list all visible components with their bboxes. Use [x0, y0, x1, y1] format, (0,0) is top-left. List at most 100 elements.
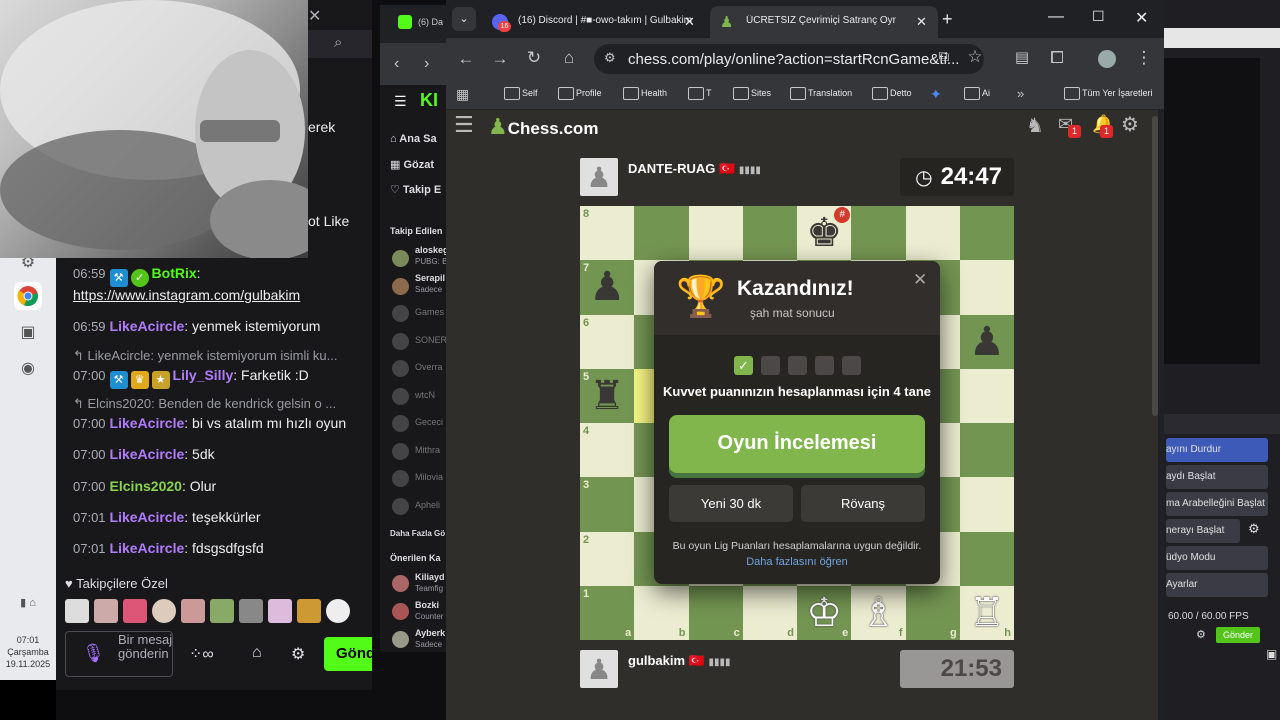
obs-icon[interactable]: ◉ — [14, 354, 42, 382]
channel-name[interactable]: Ayberk — [415, 628, 445, 638]
new-game-button[interactable]: Yeni 30 dk — [669, 485, 793, 522]
close-tab-icon[interactable]: ✕ — [916, 14, 927, 30]
tab-discord[interactable]: 16 (16) Discord | #■-owo-takım | Gulbaki… — [482, 6, 704, 38]
system-clock[interactable]: 07:01 Çarşamba 19.11.2025 — [2, 634, 54, 670]
player-avatar[interactable]: ♟ — [580, 650, 618, 688]
board-square[interactable] — [959, 260, 1014, 315]
channel-name[interactable]: Bozki — [415, 600, 439, 610]
board-square[interactable] — [959, 531, 1014, 586]
tab-search-icon[interactable]: ⌄ — [452, 7, 476, 31]
channel-name[interactable]: Kiliayd — [415, 572, 445, 582]
start-recording-button[interactable]: aydı Başlat — [1166, 465, 1268, 489]
replay-buffer-button[interactable]: ma Arabelleğini Başlat — [1166, 492, 1268, 516]
black-pawn-icon[interactable]: ♟ — [960, 315, 1014, 369]
all-bookmarks[interactable]: Tüm Yer İşaretleri — [1062, 87, 1153, 100]
board-square[interactable]: 1a — [580, 585, 635, 640]
infinity-icon[interactable]: ⁘∞ — [189, 644, 214, 664]
board-square[interactable] — [959, 206, 1014, 261]
emote-icon[interactable] — [297, 599, 321, 623]
new-tab-icon[interactable]: + — [942, 9, 953, 30]
butterfly-icon[interactable]: ✦ — [930, 86, 942, 103]
bookmark-item[interactable]: Profile — [556, 87, 602, 100]
apps-icon[interactable]: ▦ — [456, 86, 469, 103]
board-square[interactable]: ♚ # — [797, 206, 852, 261]
board-square[interactable]: 7 ♟ — [580, 260, 635, 315]
msg-username[interactable]: LikeAcircle — [110, 540, 185, 556]
install-app-icon[interactable]: ⧉ — [932, 48, 956, 65]
bookmark-item[interactable]: T — [686, 87, 712, 100]
minimize-icon[interactable]: — — [1048, 8, 1064, 26]
board-square[interactable]: f ♗ — [851, 585, 906, 640]
avatar[interactable] — [392, 333, 409, 350]
board-square[interactable] — [688, 206, 743, 261]
stop-stream-button[interactable]: ayını Durdur — [1166, 438, 1268, 462]
avatar[interactable] — [392, 443, 409, 460]
nav-browse[interactable]: ▦ Gözat — [390, 158, 434, 171]
emote-icon[interactable] — [181, 599, 205, 623]
send-button[interactable]: Gönd — [324, 637, 375, 671]
bookmark-item[interactable]: Sites — [731, 87, 771, 100]
reload-icon[interactable]: ↻ — [522, 48, 546, 68]
board-square[interactable] — [634, 206, 689, 261]
zoom-icon[interactable]: ⌕ — [334, 34, 342, 51]
opponent-avatar[interactable]: ♟ — [580, 158, 618, 196]
virtual-camera-button[interactable]: nerayı Başlat — [1166, 519, 1240, 543]
close-tab-icon[interactable]: ✕ — [684, 14, 695, 30]
channel-name[interactable]: Milovia — [415, 472, 443, 482]
chess-logo[interactable]: ♟Chess.com — [488, 114, 598, 140]
more-menu-icon[interactable]: ⋮ — [1132, 48, 1156, 68]
emote-icon[interactable] — [239, 599, 263, 623]
board-square[interactable]: 8 — [580, 206, 635, 261]
player-name[interactable]: gulbakim 🇹🇷 ▮▮▮▮ — [628, 653, 731, 669]
tray-icons[interactable]: ▮ ⌂ — [14, 588, 42, 616]
black-pawn-icon[interactable]: ♟ — [580, 260, 634, 314]
rematch-button[interactable]: Rövanş — [801, 485, 925, 522]
home-icon[interactable]: ⌂ — [557, 48, 581, 68]
board-square[interactable] — [959, 368, 1014, 423]
board-square[interactable] — [959, 477, 1014, 532]
avatar[interactable] — [392, 250, 409, 267]
extension-icon[interactable]: ▤ — [1010, 48, 1034, 66]
avatar[interactable] — [392, 388, 409, 405]
channel-name[interactable]: Mithra — [415, 445, 440, 455]
channel-name[interactable]: Serapil — [415, 273, 445, 283]
board-square[interactable] — [742, 206, 797, 261]
settings-button[interactable]: Ayarlar — [1166, 573, 1268, 597]
knight-icon[interactable]: ♞ — [1026, 113, 1044, 138]
avatar[interactable] — [392, 498, 409, 515]
board-square[interactable]: 2 — [580, 531, 635, 586]
settings-icon[interactable]: ⚙ — [1196, 628, 1206, 641]
tab-chess[interactable]: ♟ ÜCRETSİZ Çevrimiçi Satranç Oynayın - 2… — [710, 6, 938, 38]
emote-icon[interactable] — [326, 599, 350, 623]
board-square[interactable] — [851, 206, 906, 261]
site-info-icon[interactable]: ⚙ — [604, 50, 616, 66]
board-square[interactable]: c — [688, 585, 743, 640]
channel-name[interactable]: Gececi — [415, 417, 443, 427]
msg-username[interactable]: BotRix — [152, 265, 197, 281]
back-icon[interactable]: ← — [454, 49, 478, 69]
show-more-link[interactable]: Daha Fazla Gö — [390, 529, 445, 538]
forward-icon[interactable]: › — [424, 55, 429, 73]
emote-icon[interactable] — [152, 599, 176, 623]
microphone-icon[interactable]: 🎙 — [82, 643, 105, 664]
reply-reference[interactable]: ↰ LikeAcircle: yenmek istemiyorum isimli… — [73, 348, 363, 364]
bookmark-item[interactable]: Self — [502, 87, 538, 100]
bookmark-item[interactable]: Translation — [788, 87, 852, 100]
channel-name[interactable]: SONER — [415, 335, 447, 345]
nav-home[interactable]: ⌂ Ana Sa — [390, 133, 437, 145]
white-bishop-icon[interactable]: ♗ — [851, 586, 905, 640]
black-rook-icon[interactable]: ♜ — [580, 369, 634, 423]
board-square[interactable]: 5 ♜ — [580, 368, 635, 423]
opponent-name[interactable]: DANTE-RUAG 🇹🇷 ▮▮▮▮ — [628, 161, 761, 177]
msg-username[interactable]: LikeAcircle — [110, 446, 185, 462]
msg-username[interactable]: Lily_Silly — [173, 367, 234, 383]
studio-mode-button[interactable]: üdyo Modu — [1166, 546, 1268, 570]
back-icon[interactable]: ‹ — [394, 55, 399, 73]
emote-icon[interactable] — [210, 599, 234, 623]
profile-avatar[interactable] — [1098, 50, 1116, 68]
avatar[interactable] — [392, 360, 409, 377]
chat-input[interactable]: 🎙 Bir mesaj gönderin — [65, 631, 173, 677]
board-square[interactable]: 4 — [580, 423, 635, 478]
maximize-icon[interactable]: ☐ — [1092, 8, 1105, 25]
board-square[interactable] — [959, 423, 1014, 478]
